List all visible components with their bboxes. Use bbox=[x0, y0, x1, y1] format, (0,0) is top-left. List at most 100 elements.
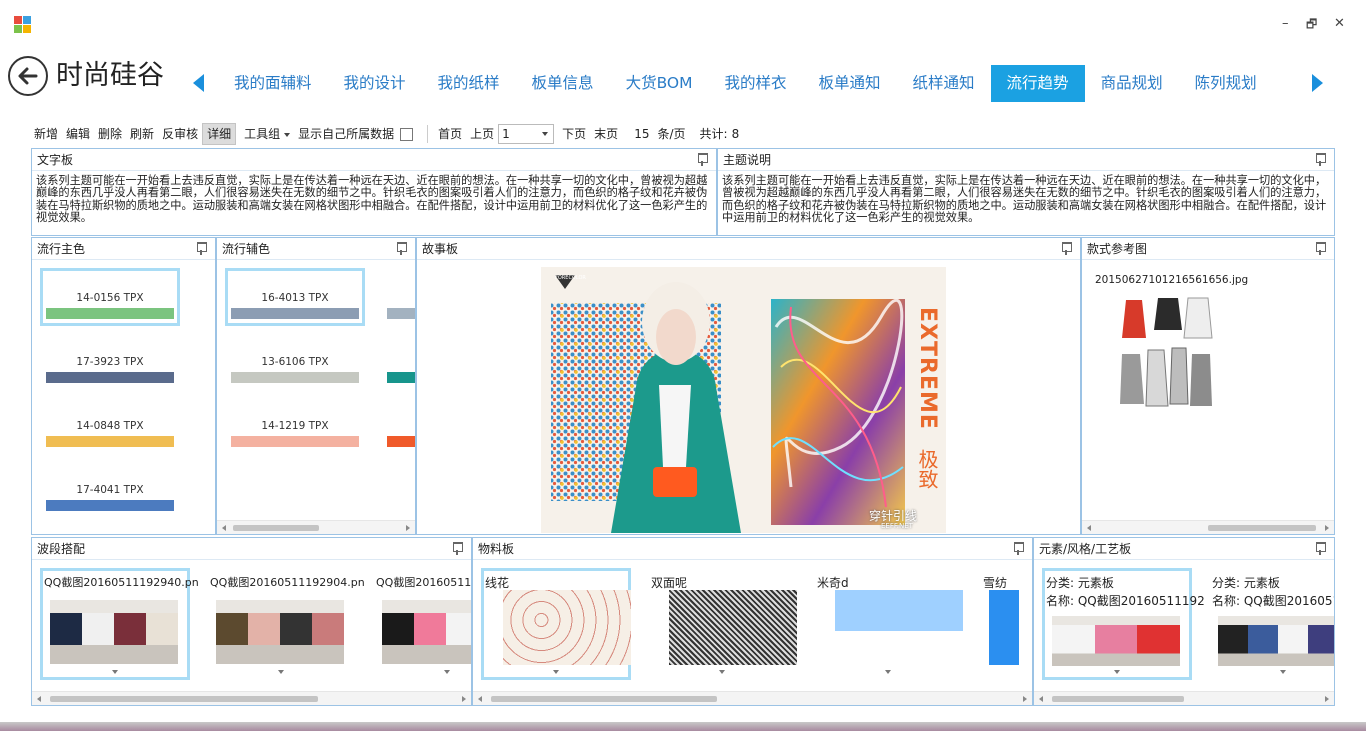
color-swatch[interactable] bbox=[387, 308, 415, 319]
element-item-category[interactable]: 分类: 元素板 bbox=[1046, 574, 1114, 591]
tabs-scroll-left-icon[interactable] bbox=[193, 74, 204, 92]
element-item-photo[interactable] bbox=[1218, 616, 1334, 666]
page-size-value[interactable]: 15 bbox=[630, 123, 653, 145]
scroll-right-icon[interactable] bbox=[1325, 696, 1329, 702]
tab-2[interactable]: 我的纸样 bbox=[422, 65, 516, 102]
scroll-thumb[interactable] bbox=[1208, 525, 1316, 531]
element-item-name[interactable]: 名称: QQ截图20160511 bbox=[1212, 592, 1334, 609]
page-select[interactable]: 1 bbox=[498, 124, 555, 144]
band-item-photo[interactable] bbox=[50, 600, 178, 664]
chevron-down-icon[interactable] bbox=[444, 670, 450, 674]
chevron-down-icon[interactable] bbox=[1114, 670, 1120, 674]
scroll-thumb[interactable] bbox=[50, 696, 318, 702]
scroll-thumb[interactable] bbox=[491, 696, 717, 702]
tab-5[interactable]: 我的样衣 bbox=[709, 65, 803, 102]
pin-icon[interactable] bbox=[1060, 242, 1072, 255]
tab-1[interactable]: 我的设计 bbox=[328, 65, 422, 102]
chevron-down-icon[interactable] bbox=[885, 670, 891, 674]
tab-7[interactable]: 纸样通知 bbox=[897, 65, 991, 102]
tab-0[interactable]: 我的面辅料 bbox=[218, 65, 328, 102]
color-code[interactable]: 16-4013 TPX bbox=[231, 292, 359, 304]
chevron-down-icon[interactable] bbox=[1280, 670, 1286, 674]
scroll-left-icon[interactable] bbox=[37, 696, 41, 702]
scroll-right-icon[interactable] bbox=[406, 525, 410, 531]
scroll-right-icon[interactable] bbox=[462, 696, 466, 702]
material-item-photo[interactable] bbox=[503, 590, 631, 665]
color-swatch[interactable] bbox=[46, 500, 174, 511]
horizontal-scrollbar[interactable] bbox=[217, 520, 415, 534]
color-swatch[interactable] bbox=[231, 436, 359, 447]
pin-icon[interactable] bbox=[195, 242, 207, 255]
color-swatch[interactable] bbox=[231, 372, 359, 383]
color-code[interactable]: 17-3923 TPX bbox=[46, 356, 174, 368]
material-item-photo[interactable] bbox=[835, 590, 963, 665]
show-own-data-checkbox[interactable] bbox=[400, 127, 414, 141]
color-swatch[interactable] bbox=[46, 308, 174, 319]
band-item-photo[interactable] bbox=[382, 600, 471, 664]
material-item-photo[interactable] bbox=[989, 590, 1019, 665]
color-swatch[interactable] bbox=[46, 436, 174, 447]
color-swatch[interactable] bbox=[387, 436, 415, 447]
element-item-photo[interactable] bbox=[1052, 616, 1180, 666]
chevron-down-icon[interactable] bbox=[553, 670, 559, 674]
tab-9[interactable]: 商品规划 bbox=[1085, 65, 1179, 102]
tab-6[interactable]: 板单通知 bbox=[803, 65, 897, 102]
close-button[interactable]: ✕ bbox=[1334, 16, 1345, 32]
chevron-down-icon[interactable] bbox=[719, 670, 725, 674]
pin-icon[interactable] bbox=[1314, 153, 1326, 166]
color-code[interactable]: 14-0848 TPX bbox=[46, 420, 174, 432]
minimize-button[interactable]: – bbox=[1282, 16, 1289, 32]
scroll-thumb[interactable] bbox=[1052, 696, 1184, 702]
color-code[interactable]: 14-1219 TPX bbox=[231, 420, 359, 432]
restore-button[interactable]: 🗗 bbox=[1306, 16, 1317, 32]
pin-icon[interactable] bbox=[696, 153, 708, 166]
horizontal-scrollbar[interactable] bbox=[473, 691, 1032, 705]
element-item-category[interactable]: 分类: 元素板 bbox=[1212, 574, 1280, 591]
material-item-label[interactable]: 米奇d bbox=[817, 574, 849, 591]
tab-3[interactable]: 板单信息 bbox=[516, 65, 610, 102]
prev-page-button[interactable]: 上页 bbox=[466, 123, 498, 145]
horizontal-scrollbar[interactable] bbox=[1034, 691, 1334, 705]
next-page-button[interactable]: 下页 bbox=[558, 123, 590, 145]
unaudit-button[interactable]: 反审核 bbox=[158, 123, 202, 145]
tab-8[interactable]: 流行趋势 bbox=[990, 65, 1085, 102]
pin-icon[interactable] bbox=[1314, 242, 1326, 255]
scroll-right-icon[interactable] bbox=[1325, 525, 1329, 531]
scroll-thumb[interactable] bbox=[233, 525, 319, 531]
scroll-left-icon[interactable] bbox=[222, 525, 226, 531]
scroll-left-icon[interactable] bbox=[1039, 696, 1043, 702]
band-item-label[interactable]: QQ截图20160511192940.pn bbox=[44, 574, 199, 590]
back-button[interactable] bbox=[8, 56, 48, 96]
tool-group-dropdown[interactable]: 工具组 bbox=[240, 123, 294, 145]
scroll-left-icon[interactable] bbox=[478, 696, 482, 702]
color-code[interactable]: 13-6106 TPX bbox=[231, 356, 359, 368]
detail-button[interactable]: 详细 bbox=[202, 123, 237, 145]
color-code[interactable]: 17-4041 TPX bbox=[46, 484, 174, 496]
horizontal-scrollbar[interactable] bbox=[1082, 520, 1334, 534]
material-item-label[interactable]: 双面呢 bbox=[651, 574, 687, 591]
horizontal-scrollbar[interactable] bbox=[32, 691, 471, 705]
color-swatch[interactable] bbox=[387, 372, 415, 383]
color-swatch[interactable] bbox=[46, 372, 174, 383]
tab-10[interactable]: 陈列规划 bbox=[1179, 65, 1273, 102]
band-item-label[interactable]: QQ截图20160511192904.pn bbox=[210, 574, 365, 590]
pin-icon[interactable] bbox=[395, 242, 407, 255]
scroll-right-icon[interactable] bbox=[1023, 696, 1027, 702]
element-item-name[interactable]: 名称: QQ截图20160511192 bbox=[1046, 592, 1205, 609]
band-item-label[interactable]: QQ截图201605111 bbox=[376, 574, 471, 590]
band-item-photo[interactable] bbox=[216, 600, 344, 664]
material-item-label[interactable]: 线花 bbox=[485, 574, 509, 591]
edit-button[interactable]: 编辑 bbox=[62, 123, 94, 145]
pin-icon[interactable] bbox=[451, 542, 463, 555]
chevron-down-icon[interactable] bbox=[112, 670, 118, 674]
color-code[interactable]: 14-0156 TPX bbox=[46, 292, 174, 304]
add-button[interactable]: 新增 bbox=[30, 123, 62, 145]
pin-icon[interactable] bbox=[1012, 542, 1024, 555]
pin-icon[interactable] bbox=[1314, 542, 1326, 555]
tabs-scroll-right-icon[interactable] bbox=[1312, 74, 1323, 92]
last-page-button[interactable]: 末页 bbox=[590, 123, 622, 145]
tab-4[interactable]: 大货BOM bbox=[610, 65, 709, 102]
scroll-left-icon[interactable] bbox=[1087, 525, 1091, 531]
refresh-button[interactable]: 刷新 bbox=[126, 123, 158, 145]
color-swatch[interactable] bbox=[231, 308, 359, 319]
